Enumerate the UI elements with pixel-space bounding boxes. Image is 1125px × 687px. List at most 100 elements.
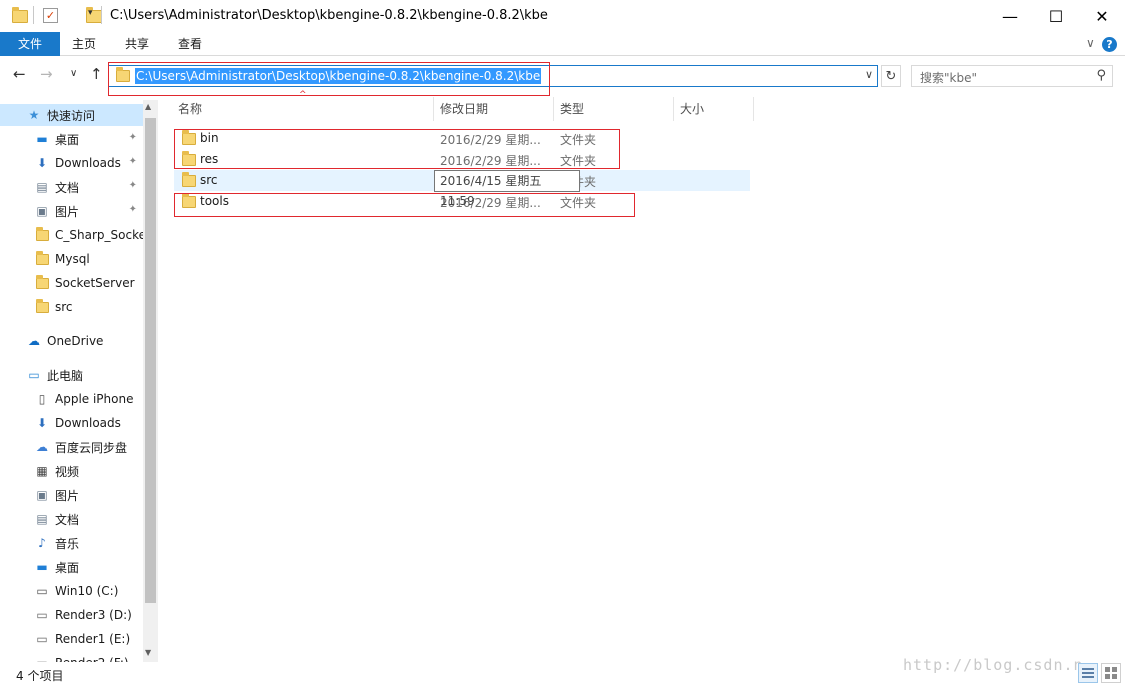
- folder-icon: [34, 226, 50, 243]
- sidebar-item[interactable]: ▦ 视频: [0, 460, 143, 482]
- sidebar-item[interactable]: ▬ 桌面: [0, 556, 143, 578]
- address-dropdown-icon[interactable]: ∨: [865, 68, 873, 81]
- sidebar-item-label: Downloads: [55, 156, 121, 170]
- annotation-box: [174, 129, 620, 169]
- sidebar-item-label: src: [55, 300, 73, 314]
- sidebar-item-label: Mysql: [55, 252, 90, 266]
- tab-share[interactable]: 共享: [112, 32, 162, 56]
- customize-toolbar-icon[interactable]: ▾: [88, 8, 93, 26]
- sidebar-item-label: 文档: [55, 512, 80, 527]
- sidebar-item-label: 快速访问: [47, 108, 96, 123]
- sidebar-scroll-thumb[interactable]: [145, 118, 156, 603]
- pin-icon[interactable]: ✦: [129, 132, 137, 143]
- minimize-button[interactable]: —: [987, 0, 1033, 32]
- sidebar-item[interactable]: ♪ 音乐: [0, 532, 143, 554]
- sidebar-item[interactable]: ★ 快速访问: [0, 104, 143, 126]
- scroll-up-icon[interactable]: ▲: [145, 102, 151, 111]
- folder-icon: [34, 250, 50, 267]
- sidebar-item[interactable]: ▤ 文档 ✦: [0, 176, 143, 198]
- divider: [101, 6, 102, 24]
- sidebar-item[interactable]: ▬ 桌面 ✦: [0, 128, 143, 150]
- details-view-button[interactable]: [1078, 663, 1098, 683]
- refresh-button[interactable]: ↻: [881, 65, 901, 87]
- close-button[interactable]: ✕: [1079, 0, 1125, 32]
- sidebar-item[interactable]: C_Sharp_Socke: [0, 224, 143, 246]
- download-icon: ⬇: [36, 156, 48, 170]
- drive-icon: ▭: [34, 655, 50, 662]
- sidebar-item-label: 视频: [55, 464, 80, 479]
- desktop-icon: ▬: [36, 560, 48, 574]
- sidebar-item-label: 此电脑: [47, 368, 84, 383]
- phone-icon: ▯: [38, 392, 46, 406]
- baidu-cloud-icon: ☁: [36, 440, 48, 454]
- sidebar-item[interactable]: ▭ Render1 (E:): [0, 628, 143, 650]
- sidebar-item-label: 图片: [55, 488, 80, 503]
- sidebar-item[interactable]: ▤ 文档: [0, 508, 143, 530]
- download-icon: ⬇: [36, 416, 48, 430]
- sidebar-item[interactable]: ▯ Apple iPhone: [0, 388, 143, 410]
- pictures-icon: ▣: [36, 204, 48, 218]
- watermark: http://blog.csdn.n: [903, 656, 1084, 674]
- drive-icon: ▭: [36, 632, 48, 646]
- scroll-down-icon[interactable]: ▼: [145, 648, 151, 657]
- sidebar-item[interactable]: ▣ 图片 ✦: [0, 200, 143, 222]
- tab-view[interactable]: 查看: [165, 32, 215, 56]
- sidebar-item[interactable]: ▭ Win10 (C:): [0, 580, 143, 602]
- sidebar-item[interactable]: src: [0, 296, 143, 318]
- tab-file[interactable]: 文件: [0, 32, 60, 56]
- computer-icon: ▭: [28, 368, 40, 382]
- sidebar-item-label: 桌面: [55, 560, 80, 575]
- pin-icon[interactable]: ✦: [129, 180, 137, 191]
- sidebar-item-label: 图片: [55, 204, 80, 219]
- star-icon: ★: [28, 108, 40, 122]
- large-icons-view-icon: [1105, 667, 1117, 679]
- column-header-type[interactable]: 类型: [554, 97, 674, 121]
- folder-icon: [182, 172, 196, 187]
- navigation-pane[interactable]: ★ 快速访问 ▬ 桌面 ✦ ⬇ Downloads ✦ ▤ 文档 ✦ ▣ 图片 ✦ C_Sharp_Sock…: [0, 100, 158, 662]
- document-icon: ▤: [36, 180, 48, 194]
- sidebar-item[interactable]: ▭Render2 (F:): [0, 652, 143, 662]
- column-header-date[interactable]: 修改日期: [434, 97, 554, 121]
- column-header-name[interactable]: 名称: [172, 97, 434, 121]
- music-icon: ♪: [38, 536, 46, 550]
- sidebar-item[interactable]: ▣ 图片: [0, 484, 143, 506]
- expand-ribbon-icon[interactable]: ∨: [1086, 36, 1095, 50]
- sidebar-item[interactable]: ▭ 此电脑: [0, 364, 143, 386]
- sidebar-item[interactable]: ▭ Render3 (D:): [0, 604, 143, 626]
- recent-locations-button[interactable]: ∨: [70, 68, 77, 79]
- forward-button[interactable]: →: [40, 65, 53, 83]
- back-button[interactable]: ←: [13, 65, 26, 83]
- item-count: 4 个项目: [16, 669, 64, 683]
- sidebar-item[interactable]: Mysql: [0, 248, 143, 270]
- file-name: src: [200, 173, 218, 187]
- properties-icon[interactable]: ✓: [43, 8, 58, 23]
- sidebar-item-label: Render1 (E:): [55, 632, 131, 646]
- desktop-icon: ▬: [36, 132, 48, 146]
- column-header-size[interactable]: 大小: [674, 97, 754, 121]
- pin-icon[interactable]: ✦: [129, 156, 137, 167]
- pin-icon[interactable]: ✦: [129, 204, 137, 215]
- sidebar-item-label: 文档: [55, 180, 80, 195]
- sidebar-item[interactable]: ⬇ Downloads: [0, 412, 143, 434]
- ribbon-tabs: 文件 主页 共享 查看 ∨ ?: [0, 32, 1125, 56]
- search-input[interactable]: 搜索"kbe": [920, 69, 977, 86]
- sidebar-item[interactable]: SocketServer: [0, 272, 143, 294]
- pictures-icon: ▣: [36, 488, 48, 502]
- large-icons-view-button[interactable]: [1101, 663, 1121, 683]
- up-button[interactable]: ↑: [90, 65, 103, 83]
- sidebar-item[interactable]: ☁ 百度云同步盘: [0, 436, 143, 458]
- search-box[interactable]: 搜索"kbe" ⚲: [911, 65, 1113, 87]
- divider: [33, 6, 34, 24]
- help-icon[interactable]: ?: [1102, 37, 1117, 52]
- search-icon: ⚲: [1096, 68, 1106, 83]
- folder-icon: [34, 274, 50, 291]
- tab-home[interactable]: 主页: [60, 32, 108, 56]
- sidebar-item-label: Apple iPhone: [55, 392, 134, 406]
- sidebar-item[interactable]: ⬇ Downloads ✦: [0, 152, 143, 174]
- sidebar-item-label: 百度云同步盘: [55, 440, 128, 455]
- sidebar-item-label: 音乐: [55, 536, 80, 551]
- maximize-button[interactable]: ☐: [1033, 0, 1079, 32]
- sidebar-item[interactable]: ☁ OneDrive: [0, 330, 143, 352]
- cloud-icon: ☁: [28, 334, 40, 348]
- sidebar-item-label: OneDrive: [47, 334, 104, 348]
